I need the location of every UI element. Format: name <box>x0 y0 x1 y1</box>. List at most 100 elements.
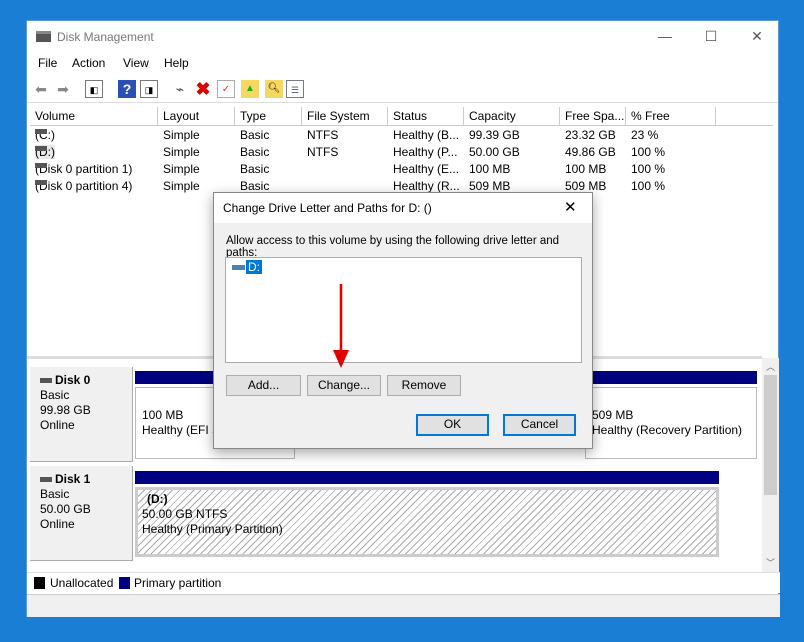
cell-free-spa-: 509 MB <box>565 179 607 193</box>
window-title: Disk Management <box>57 30 154 44</box>
disk-1-partition-d[interactable]: (D:) 50.00 GB NTFS Healthy (Primary Part… <box>135 487 719 557</box>
column-type[interactable]: Type <box>235 107 302 126</box>
dialog-title-bar: Change Drive Letter and Paths for D: () … <box>214 193 592 223</box>
disk-name: Disk 1 <box>55 472 91 486</box>
menu-file[interactable]: File <box>38 56 57 70</box>
disk-icon <box>40 477 52 483</box>
delete-icon[interactable]: ✖ <box>194 80 212 98</box>
action-pane-icon[interactable]: ◨ <box>140 80 158 98</box>
partition-size: 50.00 GB NTFS <box>142 507 228 521</box>
column-status[interactable]: Status <box>388 107 464 126</box>
dialog-instruction: Allow access to this volume by using the… <box>226 235 560 259</box>
settings-list-icon[interactable]: ☰ <box>286 80 304 98</box>
maximize-button[interactable]: ☐ <box>688 21 734 51</box>
connect-drive-icon[interactable]: ⌁ <box>171 80 189 98</box>
cell-free-spa-: 49.86 GB <box>565 145 616 159</box>
cell-layout: Simple <box>163 162 200 176</box>
minimize-button[interactable]: — <box>642 21 688 51</box>
cell-capacity: 100 MB <box>469 162 511 176</box>
column-layout[interactable]: Layout <box>158 107 235 126</box>
disk-icon <box>40 378 52 384</box>
cell-%-free: 23 % <box>631 128 659 142</box>
volume-name: (Disk 0 partition 4) <box>35 179 133 193</box>
disk-management-icon <box>36 31 51 42</box>
column-percent-free[interactable]: % Free <box>626 107 716 126</box>
column-free-space[interactable]: Free Spa... <box>560 107 626 126</box>
menu-help[interactable]: Help <box>164 56 189 70</box>
menu-view[interactable]: View <box>123 56 149 70</box>
disk-size: 50.00 GB <box>40 502 91 516</box>
explore-icon[interactable]: 🔍︎ <box>265 80 283 98</box>
cell-type: Basic <box>240 162 270 176</box>
legend: Unallocated Primary partition <box>27 572 780 593</box>
cell-volume: (Disk 0 partition 1) <box>35 162 132 176</box>
cell-status: Healthy (E... <box>393 162 460 176</box>
cell-layout: Simple <box>163 128 200 142</box>
volume-icon <box>35 163 47 168</box>
forward-icon[interactable]: ➡ <box>54 80 72 98</box>
properties-icon[interactable]: ✓ <box>217 80 235 98</box>
scroll-up-icon[interactable]: ︿ <box>762 360 779 373</box>
dialog-close-button[interactable]: ✕ <box>564 198 577 216</box>
red-arrow-annotation <box>333 284 349 368</box>
cell-file-system: NTFS <box>307 145 339 159</box>
remove-button[interactable]: Remove <box>387 375 461 396</box>
cell-layout: Simple <box>163 179 200 193</box>
help-icon[interactable]: ? <box>118 80 136 98</box>
partition-label: (D:) <box>147 492 168 506</box>
change-drive-letter-dialog: Change Drive Letter and Paths for D: () … <box>213 192 593 449</box>
disk-state: Online <box>40 418 75 432</box>
volume-row[interactable]: (C:) Simple Basic NTFS Healthy (B... 99.39 GB… <box>30 127 773 144</box>
primary-swatch <box>119 577 130 589</box>
cell-volume: (Disk 0 partition 4) <box>35 179 132 193</box>
close-button[interactable]: ✕ <box>734 21 780 51</box>
disk-size: 99.98 GB <box>40 403 91 417</box>
cancel-button[interactable]: Cancel <box>503 414 576 436</box>
cell-%-free: 100 % <box>631 179 666 193</box>
volume-table-header: Volume Layout Type File System Status Ca… <box>30 107 773 126</box>
volume-row[interactable]: (D:) Simple Basic NTFS Healthy (P... 50.00 GB… <box>30 144 773 161</box>
cell-type: Basic <box>240 145 270 159</box>
cell-type: Basic <box>240 179 270 193</box>
cell-%-free: 100 % <box>631 145 666 159</box>
volume-name: (Disk 0 partition 1) <box>35 162 133 176</box>
cell-layout: Simple <box>163 145 200 159</box>
cell-capacity: 50.00 GB <box>469 145 520 159</box>
disk-0-partition-4[interactable]: 509 MB Healthy (Recovery Partition) <box>585 387 757 459</box>
disk-type: Basic <box>40 487 70 501</box>
menu-action[interactable]: Action <box>72 56 105 70</box>
column-file-system[interactable]: File System <box>302 107 388 126</box>
status-bar <box>27 594 780 617</box>
vertical-scrollbar[interactable]: ︿ ﹀ <box>762 358 779 572</box>
dialog-title: Change Drive Letter and Paths for D: () <box>223 201 432 215</box>
cell-status: Healthy (R... <box>393 179 460 193</box>
cell-status: Healthy (P... <box>393 145 458 159</box>
console-tree-icon[interactable]: ◧ <box>85 80 103 98</box>
back-icon[interactable]: ⬅ <box>32 80 50 98</box>
path-item[interactable]: D: <box>246 260 262 274</box>
change-button[interactable]: Change... <box>307 375 381 396</box>
add-button[interactable]: Add... <box>226 375 301 396</box>
open-folder-icon[interactable]: ▲ <box>241 80 259 98</box>
cell-volume: (D:) <box>35 145 55 159</box>
column-volume[interactable]: Volume <box>30 107 158 126</box>
cell-capacity: 509 MB <box>469 179 511 193</box>
scrollbar-thumb[interactable] <box>764 375 777 495</box>
cell-%-free: 100 % <box>631 162 666 176</box>
paths-listbox[interactable]: D: <box>225 257 582 363</box>
volume-row[interactable]: (Disk 0 partition 1) Simple Basic Healthy (… <box>30 161 773 178</box>
volume-icon <box>35 146 47 151</box>
cell-free-spa-: 23.32 GB <box>565 128 616 142</box>
unallocated-swatch <box>34 577 45 589</box>
column-capacity[interactable]: Capacity <box>464 107 560 126</box>
cell-type: Basic <box>240 128 270 142</box>
partition-status: Healthy (Primary Partition) <box>142 522 283 536</box>
disk-0-label[interactable]: Disk 0 Basic 99.98 GB Online <box>30 367 133 462</box>
disk-1-label[interactable]: Disk 1 Basic 50.00 GB Online <box>30 466 133 561</box>
drive-icon <box>232 265 245 270</box>
disk-state: Online <box>40 517 75 531</box>
scroll-down-icon[interactable]: ﹀ <box>762 556 779 569</box>
partition-status: Healthy (Recovery Partition) <box>592 423 743 437</box>
cell-volume: (C:) <box>35 128 55 142</box>
ok-button[interactable]: OK <box>416 414 489 436</box>
